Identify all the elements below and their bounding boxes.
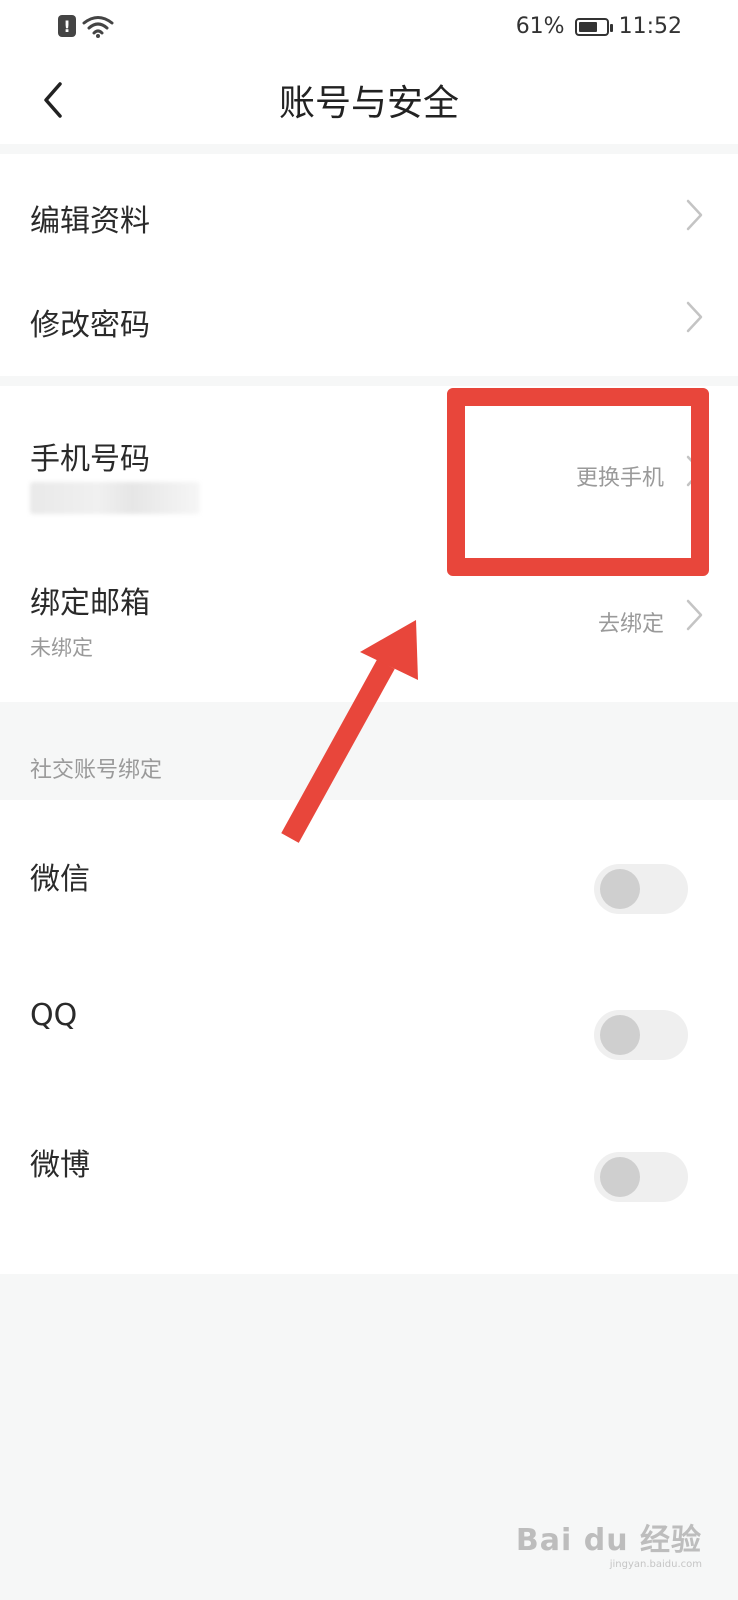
watermark-logo: Bai du 经验 [515,1523,702,1558]
header: 账号与安全 [0,56,738,144]
status-right: 61% 11:52 [516,14,682,39]
battery-fill [578,21,597,32]
phone-number-value-blurred [30,482,200,514]
watermark-url: jingyan.baidu.com [609,1559,702,1570]
weibo-label: 微博 [30,1148,90,1183]
toggle-knob [600,869,640,909]
qq-toggle[interactable] [594,1010,688,1060]
annotation-highlight-box [447,388,709,576]
edit-profile-row[interactable]: 编辑资料 [0,154,738,270]
wifi-icon [82,16,114,38]
account-settings-group: 编辑资料 修改密码 [0,154,738,376]
email-status: 未绑定 [30,636,93,660]
toggle-knob [600,1015,640,1055]
change-password-row[interactable]: 修改密码 [0,270,738,376]
change-password-label: 修改密码 [30,308,150,343]
weibo-row: 微博 [0,1096,738,1274]
social-section-title: 社交账号绑定 [30,758,163,783]
chevron-right-icon [686,599,703,631]
social-binding-group: 微信 QQ 微博 [0,800,738,1274]
chevron-right-icon [686,301,703,333]
phone-number-label: 手机号码 [30,442,150,477]
page-title: 账号与安全 [278,83,459,124]
chevron-right-icon [686,199,703,231]
baidu-watermark: Bai du 经验 jingyan.baidu.com [516,1515,702,1570]
wechat-toggle[interactable] [594,864,688,914]
alert-icon: ! [58,15,76,37]
weibo-toggle[interactable] [594,1152,688,1202]
toggle-knob [600,1157,640,1197]
clock: 11:52 [618,14,682,39]
edit-profile-label: 编辑资料 [30,204,150,239]
qq-row: QQ [0,950,738,1096]
wechat-label: 微信 [30,862,90,897]
bind-email-label: 绑定邮箱 [30,586,150,621]
qq-label: QQ [30,998,78,1033]
bind-email-link[interactable]: 去绑定 [598,606,664,638]
wechat-row: 微信 [0,800,738,950]
status-bar: ! 61% 11:52 [0,0,738,56]
battery-icon [574,17,613,36]
status-left-icons: ! [58,14,114,38]
battery-percent: 61% [515,14,565,39]
